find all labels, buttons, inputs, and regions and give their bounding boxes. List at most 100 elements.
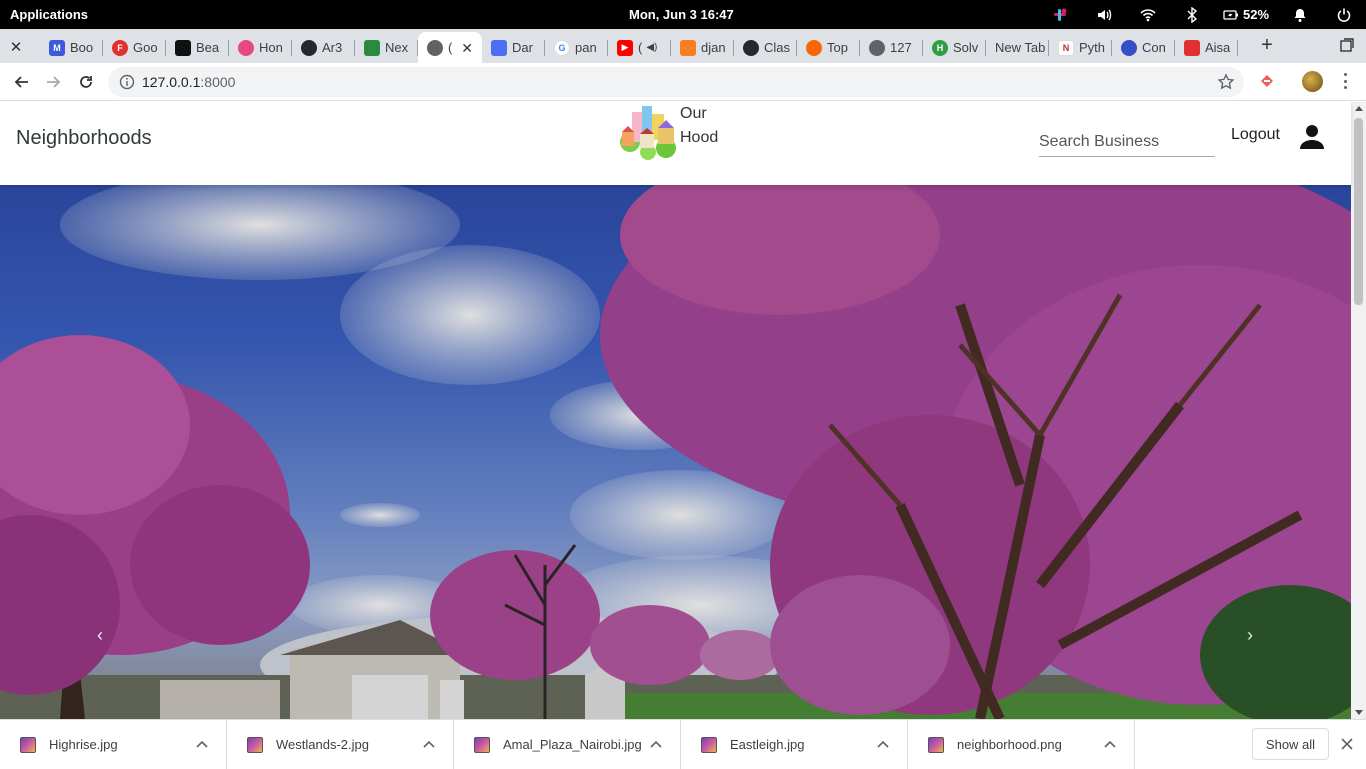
power-icon[interactable]: [1322, 0, 1366, 29]
chevron-up-icon[interactable]: [196, 739, 208, 751]
tab[interactable]: Clas: [734, 32, 797, 63]
chevron-up-icon[interactable]: [650, 739, 662, 751]
tab[interactable]: M Boo: [40, 32, 103, 63]
mdb-icon: M: [49, 39, 65, 56]
con-icon: [1121, 39, 1137, 56]
hero-carousel: ‹ ›: [0, 185, 1351, 719]
tab-active[interactable]: (✕: [418, 32, 482, 63]
h-icon: H: [932, 39, 948, 56]
download-filename: neighborhood.png: [957, 737, 1062, 752]
chevron-up-icon[interactable]: [877, 739, 889, 751]
forward-button[interactable]: [44, 72, 64, 92]
youtube-icon: ▶: [617, 39, 633, 56]
cherry-blossom-street-image: [0, 185, 1351, 719]
url-host: 127.0.0.1: [142, 74, 201, 90]
notifications-icon[interactable]: [1278, 0, 1322, 29]
tab[interactable]: Top: [797, 32, 860, 63]
download-filename: Highrise.jpg: [49, 737, 118, 752]
tab[interactable]: Ar3: [292, 32, 355, 63]
back-arrow-icon: [14, 76, 28, 88]
tab[interactable]: F Goo: [103, 32, 166, 63]
bluetooth-icon[interactable]: [1170, 0, 1214, 29]
tab-label: 127: [890, 40, 912, 55]
tab-label: Solv: [953, 40, 979, 55]
close-tab-icon[interactable]: ✕: [461, 40, 473, 57]
tab-label: Goo: [133, 40, 158, 55]
tab[interactable]: 127: [860, 32, 923, 63]
tab-label: Boo: [70, 40, 94, 55]
tab-label: Hon: [259, 40, 283, 55]
system-tray[interactable]: 52%: [1038, 0, 1366, 29]
scroll-up-icon[interactable]: [1355, 106, 1363, 111]
download-item[interactable]: Westlands-2.jpg: [227, 720, 454, 769]
tab[interactable]: H Solv: [923, 32, 986, 63]
pyth-icon: N: [1058, 39, 1074, 56]
scrollbar-thumb[interactable]: [1354, 118, 1363, 305]
so-icon: [680, 39, 696, 56]
tab-label: Con: [1142, 40, 1166, 55]
nex-icon: [364, 39, 380, 56]
tab-label: (: [448, 40, 453, 55]
neighborhood-logo-icon[interactable]: [618, 104, 680, 160]
address-bar[interactable]: 127.0.0.1:8000: [108, 67, 1244, 97]
image-file-icon: [701, 736, 717, 753]
top-icon: [806, 39, 822, 56]
slack-icon[interactable]: [1038, 0, 1082, 29]
chevron-up-icon[interactable]: [1104, 739, 1116, 751]
tab[interactable]: Bea: [166, 32, 229, 63]
search-business-input[interactable]: [1039, 127, 1215, 157]
tab-label: (: [638, 40, 643, 55]
url-text[interactable]: 127.0.0.1:8000: [142, 74, 235, 90]
new-tab-button[interactable]: +: [1256, 34, 1278, 56]
tab[interactable]: New Tab: [986, 32, 1049, 63]
extension-icon[interactable]: [1258, 72, 1276, 90]
show-all-downloads-button[interactable]: Show all: [1252, 728, 1329, 760]
site-brand[interactable]: Neighborhoods: [16, 127, 152, 150]
logo-line-2: Hood: [680, 129, 719, 146]
logout-link[interactable]: Logout: [1231, 126, 1280, 144]
scroll-down-icon[interactable]: [1355, 710, 1363, 715]
tab[interactable]: Aisa: [1175, 32, 1238, 63]
image-file-icon: [20, 736, 36, 753]
tab[interactable]: N Pyth: [1049, 32, 1112, 63]
tab[interactable]: Nex: [355, 32, 418, 63]
page-scrollbar[interactable]: [1351, 102, 1366, 719]
image-file-icon: [247, 736, 263, 753]
applications-menu[interactable]: Applications: [10, 7, 88, 22]
download-item[interactable]: Amal_Plaza_Nairobi.jpg: [454, 720, 681, 769]
tab[interactable]: Hon: [229, 32, 292, 63]
chevron-up-icon[interactable]: [423, 739, 435, 751]
bookmark-star-icon[interactable]: [1217, 73, 1235, 91]
info-icon[interactable]: [119, 74, 135, 90]
site-navbar: Neighborhoods Our Hood Logout: [0, 102, 1351, 185]
download-item[interactable]: Highrise.jpg: [0, 720, 227, 769]
close-shelf-icon[interactable]: [1340, 737, 1354, 751]
profile-avatar[interactable]: [1302, 71, 1323, 92]
wifi-icon[interactable]: [1126, 0, 1170, 29]
audio-playing-icon[interactable]: ◀): [646, 42, 657, 53]
volume-icon[interactable]: [1082, 0, 1126, 29]
tab[interactable]: djan: [671, 32, 734, 63]
tab-search-icon[interactable]: [1340, 38, 1354, 52]
tab[interactable]: ▶ (◀): [608, 32, 671, 63]
browser-toolbar: 127.0.0.1:8000: [0, 63, 1366, 101]
battery-indicator[interactable]: 52%: [1214, 0, 1278, 29]
clock[interactable]: Mon, Jun 3 16:47: [629, 7, 734, 22]
carousel-next-button[interactable]: ›: [1240, 625, 1260, 646]
tab-label: Nex: [385, 40, 409, 55]
download-item[interactable]: Eastleigh.jpg: [681, 720, 908, 769]
tab[interactable]: Dar: [482, 32, 545, 63]
carousel-prev-button[interactable]: ‹: [90, 625, 110, 646]
tab[interactable]: Gpan: [545, 32, 608, 63]
user-account-icon[interactable]: [1298, 122, 1326, 150]
logo-text[interactable]: Our Hood: [680, 102, 740, 150]
close-window-icon[interactable]: ✕: [6, 37, 26, 57]
tab[interactable]: Con: [1112, 32, 1175, 63]
reload-button[interactable]: [76, 72, 96, 92]
back-button[interactable]: [11, 72, 31, 92]
tab-label: pan: [575, 40, 597, 55]
browser-menu-icon[interactable]: [1338, 73, 1352, 89]
github-icon: [301, 39, 317, 56]
download-item[interactable]: neighborhood.png: [908, 720, 1135, 769]
battery-icon: [1223, 9, 1238, 20]
